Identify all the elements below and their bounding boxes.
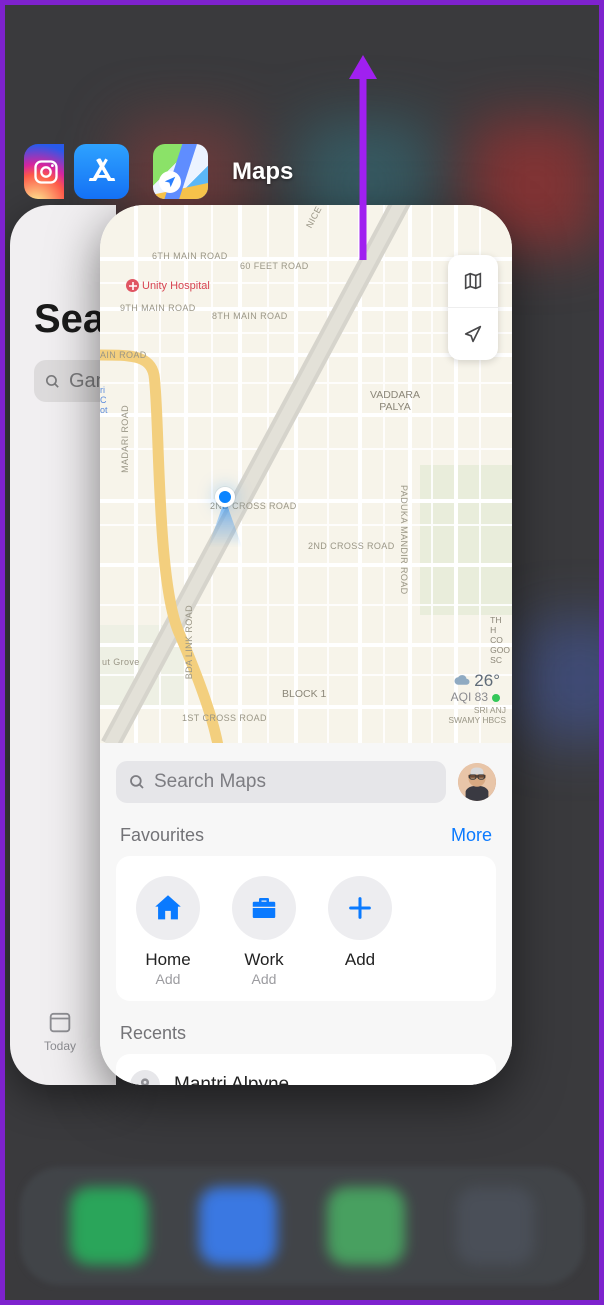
memoji-icon	[458, 763, 496, 801]
swipe-up-arrow-annotation	[347, 55, 379, 260]
tab-today[interactable]: Today	[44, 1008, 76, 1053]
poi-bmtc: riCot	[100, 385, 108, 415]
search-icon	[128, 773, 146, 791]
map-controls	[448, 255, 498, 360]
road-label: 6TH MAIN ROAD	[152, 251, 228, 261]
road-label: 9TH MAIN ROAD	[120, 303, 196, 313]
road-label: 60 FEET ROAD	[240, 261, 309, 271]
app-switcher-header: Maps	[24, 144, 293, 199]
search-maps-field[interactable]: Search Maps	[116, 761, 446, 803]
app-store-icon	[74, 144, 129, 199]
maps-app-title: Maps	[232, 158, 293, 186]
area-label: VADDARAPALYA	[370, 389, 420, 413]
road-label: 2ND CROSS ROAD	[308, 541, 395, 551]
recents-item-name: Mantri Alpyne	[174, 1074, 289, 1085]
map-mode-button[interactable]	[448, 255, 498, 307]
favourites-heading: Favourites	[120, 825, 204, 846]
profile-avatar[interactable]	[458, 763, 496, 801]
weather-widget[interactable]: 26° AQI 83	[451, 673, 500, 705]
briefcase-icon	[249, 893, 279, 923]
place-label: ut Grove	[102, 657, 140, 667]
favourite-add[interactable]: Add	[316, 876, 404, 987]
favourite-work[interactable]: Work Add	[220, 876, 308, 987]
search-icon	[44, 373, 61, 390]
area-label-swamy: SRI ANJ SWAMY HBCS	[448, 705, 506, 725]
locate-me-button[interactable]	[448, 308, 498, 360]
today-icon	[46, 1008, 74, 1036]
road-label: PADUKA MANDIR ROAD	[399, 485, 409, 595]
area-label-right: THHCOGOOSC	[490, 615, 510, 665]
instagram-icon	[24, 144, 64, 199]
favourites-card: Home Add Work Add Add	[116, 856, 496, 1001]
home-icon	[151, 891, 185, 925]
road-label: AIN ROAD	[100, 350, 147, 360]
dock	[20, 1167, 584, 1285]
current-location-dot	[215, 487, 235, 507]
poi-hospital[interactable]: Unity Hospital	[126, 279, 210, 292]
aqi-status-dot	[492, 694, 500, 702]
recents-heading: Recents	[120, 1023, 492, 1044]
search-placeholder: Search Maps	[154, 771, 266, 793]
road-label: 8TH MAIN ROAD	[212, 311, 288, 321]
recents-item[interactable]: Mantri Alpyne	[116, 1054, 496, 1085]
pin-icon	[130, 1070, 160, 1085]
location-arrow-icon	[462, 323, 484, 345]
app-switcher-card-maps[interactable]: 6TH MAIN ROAD 60 FEET ROAD 9TH MAIN ROAD…	[100, 205, 512, 1085]
maps-bottom-sheet: Search Maps Favourites More	[100, 743, 512, 1085]
apple-maps-icon	[153, 144, 208, 199]
favourite-home[interactable]: Home Add	[124, 876, 212, 987]
map-canvas[interactable]: 6TH MAIN ROAD 60 FEET ROAD 9TH MAIN ROAD…	[100, 205, 512, 743]
road-label: 1ST CROSS ROAD	[182, 713, 267, 723]
map-icon	[462, 270, 484, 292]
road-label: BDA LINK ROAD	[184, 605, 194, 679]
favourites-more-link[interactable]: More	[451, 825, 492, 846]
road-label: MADARI ROAD	[120, 405, 130, 473]
hospital-icon	[126, 279, 139, 292]
area-label: BLOCK 1	[282, 688, 326, 700]
weather-icon	[453, 675, 474, 689]
plus-icon	[346, 894, 374, 922]
